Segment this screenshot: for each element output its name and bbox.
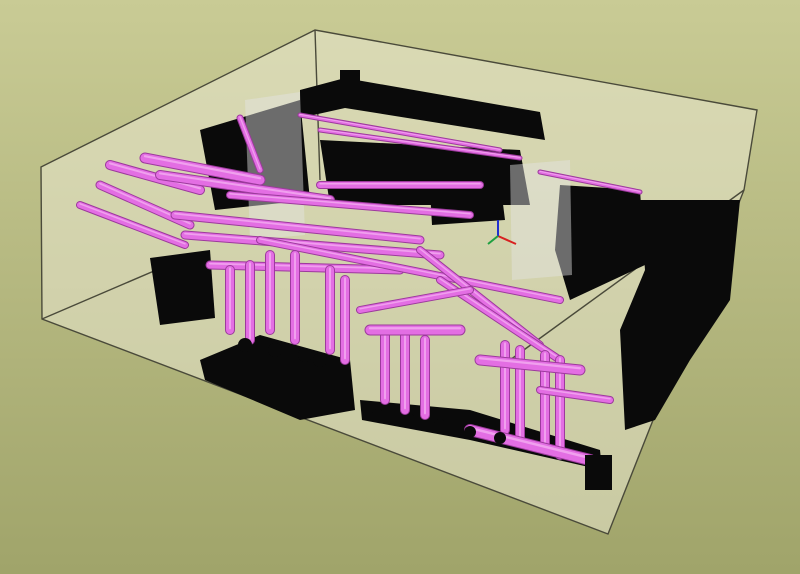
valve-1 xyxy=(372,409,384,421)
valve-2 xyxy=(404,414,416,426)
valve-5 xyxy=(494,432,506,444)
valve-3 xyxy=(434,419,446,431)
pump-1 xyxy=(238,338,252,352)
mep-3d-scene[interactable] xyxy=(0,0,800,574)
header-endcap xyxy=(585,455,612,490)
pump-2 xyxy=(268,343,282,357)
riser-cap xyxy=(340,70,360,90)
pump-3 xyxy=(298,348,312,362)
pump-4 xyxy=(313,353,327,367)
3d-model-viewport[interactable] xyxy=(0,0,800,574)
valve-4 xyxy=(464,426,476,438)
frame-left xyxy=(245,92,305,240)
pump-skid-left xyxy=(150,250,215,325)
